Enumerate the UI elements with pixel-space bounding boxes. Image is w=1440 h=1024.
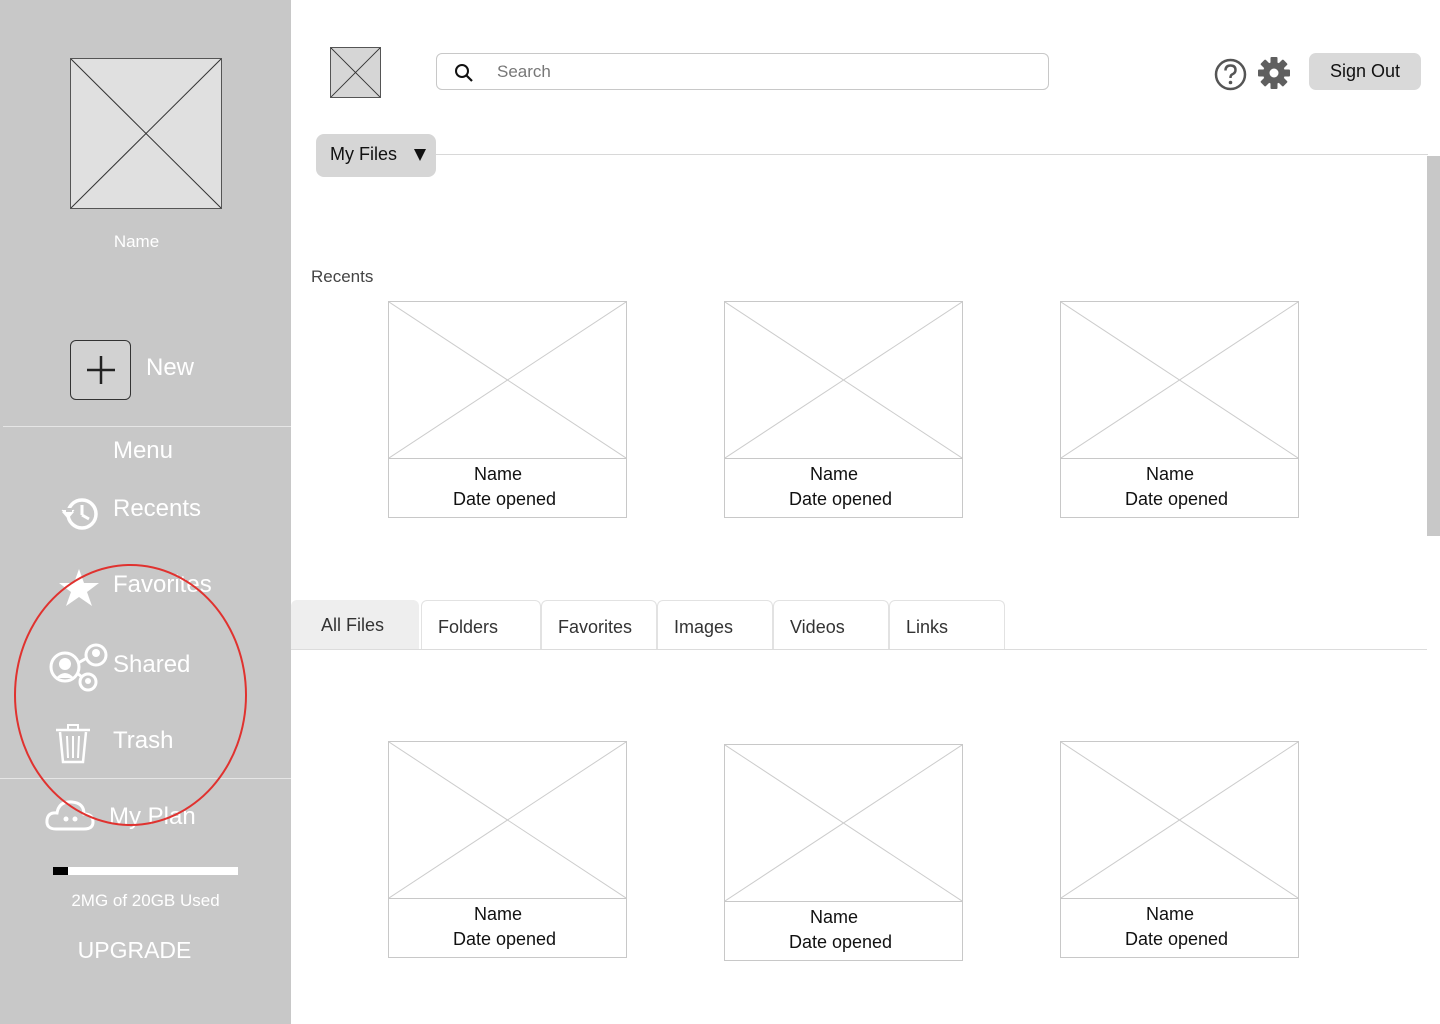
file-thumbnail-placeholder <box>1061 742 1298 899</box>
search-input[interactable] <box>497 59 1027 85</box>
file-name: Name <box>1145 904 1194 924</box>
sidebar-item-label: Favorites <box>113 571 212 598</box>
sidebar-divider <box>3 426 291 427</box>
tab-all-files[interactable]: All Files <box>291 600 419 650</box>
sidebar-item-recents[interactable]: Recents <box>0 486 291 534</box>
file-card[interactable]: Name Date opened <box>388 741 627 958</box>
my-plan-link[interactable]: My Plan <box>44 793 244 839</box>
search-bar[interactable] <box>436 53 1049 90</box>
sidebar-item-favorites[interactable]: Favorites <box>0 562 291 610</box>
tab-images[interactable]: Images <box>657 600 773 650</box>
new-button[interactable] <box>70 340 131 400</box>
cloud-icon <box>45 800 95 831</box>
tab-label: Links <box>906 617 949 637</box>
gear-icon[interactable] <box>1257 56 1291 90</box>
sidebar: Name New Menu Recents Favorites Shared T… <box>0 0 291 1024</box>
user-name: Name <box>113 232 160 251</box>
search-icon <box>455 64 473 82</box>
file-date: Date opened <box>788 932 893 952</box>
recent-file-card[interactable]: Name Date opened <box>724 301 963 518</box>
file-date: Date opened <box>1124 929 1229 949</box>
tab-videos[interactable]: Videos <box>773 600 889 650</box>
file-card[interactable]: Name Date opened <box>1060 741 1299 958</box>
shared-users-icon <box>49 643 108 692</box>
tab-favorites[interactable]: Favorites <box>541 600 657 650</box>
sidebar-item-label: Shared <box>113 651 191 678</box>
sidebar-item-trash[interactable]: Trash <box>0 718 291 766</box>
my-files-dropdown[interactable]: My Files <box>316 134 436 177</box>
tab-label: Favorites <box>558 617 633 637</box>
recent-file-card[interactable]: Name Date opened <box>388 301 627 518</box>
star-icon <box>59 569 99 606</box>
file-thumbnail-placeholder <box>725 302 962 459</box>
menu-heading: Menu <box>112 437 174 464</box>
storage-usage-text: 2MG of 20GB Used <box>71 891 220 910</box>
trash-icon <box>56 724 90 764</box>
file-name: Name <box>473 464 522 484</box>
file-card[interactable]: Name Date opened <box>724 744 963 961</box>
file-date: Date opened <box>452 929 557 949</box>
file-thumbnail-placeholder <box>1061 302 1298 459</box>
file-name: Name <box>809 464 858 484</box>
file-date: Date opened <box>788 489 893 509</box>
recents-heading: Recents <box>311 267 374 286</box>
storage-progress-fill <box>53 867 68 875</box>
upgrade-button[interactable]: UPGRADE <box>0 937 269 964</box>
file-date: Date opened <box>452 489 557 509</box>
storage-progress-bar <box>53 867 238 875</box>
tab-label: Videos <box>790 617 845 637</box>
file-thumbnail-placeholder <box>725 745 962 902</box>
file-thumbnail-placeholder <box>389 742 626 899</box>
sidebar-divider <box>0 778 291 779</box>
my-files-label: My Files <box>330 144 397 164</box>
logo-placeholder[interactable] <box>330 47 381 98</box>
sign-out-button[interactable]: Sign Out <box>1309 53 1421 90</box>
tab-links[interactable]: Links <box>889 600 1005 650</box>
tab-label: Folders <box>438 617 499 637</box>
history-icon <box>61 498 98 530</box>
plus-icon <box>86 356 115 384</box>
my-plan-label: My Plan <box>109 803 196 830</box>
file-name: Name <box>473 904 522 924</box>
file-date: Date opened <box>1124 489 1229 509</box>
scrollbar[interactable] <box>1427 156 1440 536</box>
file-thumbnail-placeholder <box>389 302 626 459</box>
new-label[interactable]: New <box>146 354 194 382</box>
recent-file-card[interactable]: Name Date opened <box>1060 301 1299 518</box>
header-divider <box>436 154 1428 155</box>
dropdown-arrow-icon <box>414 149 426 161</box>
tabs-divider <box>291 649 1427 650</box>
avatar-placeholder <box>70 58 222 209</box>
sidebar-item-label: Recents <box>113 495 202 522</box>
tab-label: Images <box>674 617 734 637</box>
tab-folders[interactable]: Folders <box>421 600 541 650</box>
sidebar-item-label: Trash <box>113 727 174 754</box>
file-name: Name <box>1145 464 1194 484</box>
tab-label: All Files <box>321 615 385 635</box>
help-icon[interactable] <box>1214 58 1247 91</box>
file-name: Name <box>809 907 858 927</box>
sidebar-item-shared[interactable]: Shared <box>0 642 291 692</box>
